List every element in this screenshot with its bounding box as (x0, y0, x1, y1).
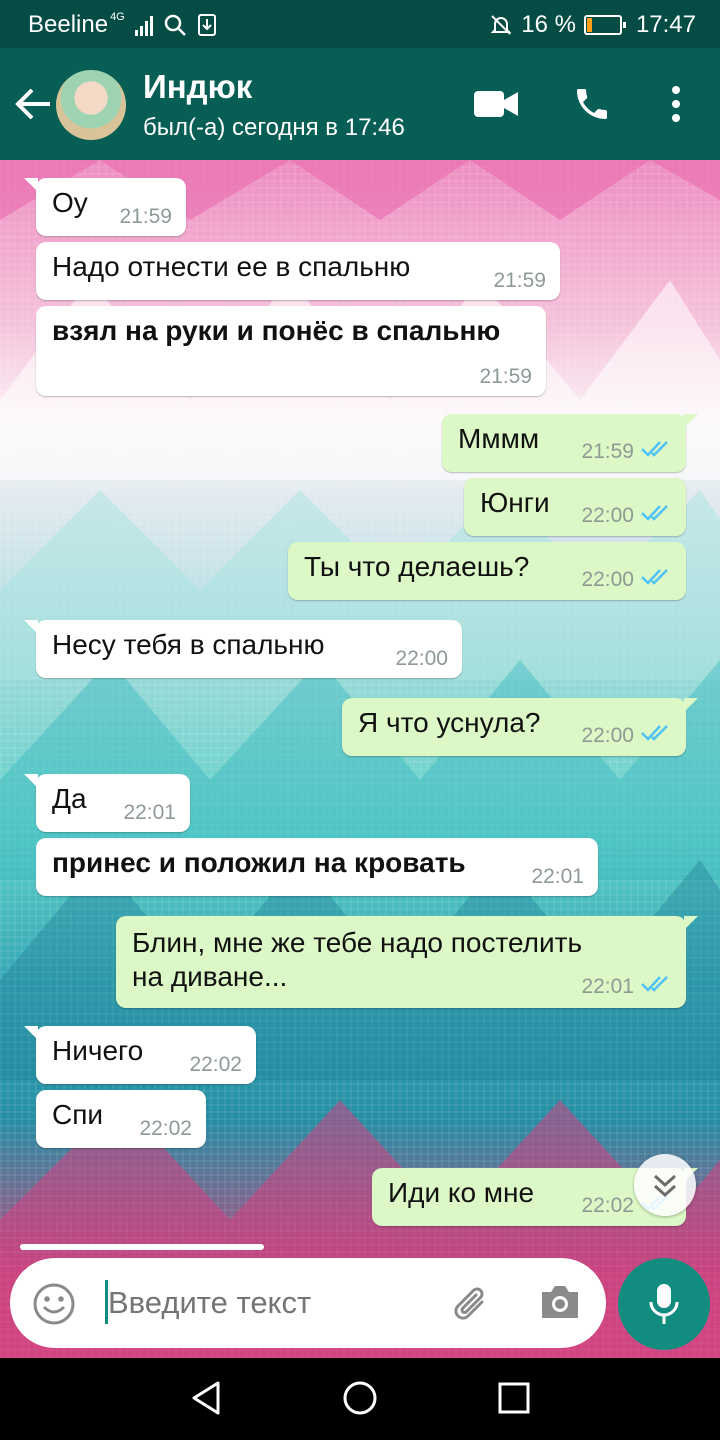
more-vert-icon[interactable] (666, 84, 686, 124)
chat-header: Индюк был(-а) сегодня в 17:46 (0, 48, 720, 160)
message-text: Мммм (458, 423, 540, 454)
voice-record-button[interactable] (618, 1258, 710, 1350)
message-bubble-incoming[interactable]: взял на руки и понёс в спальню 21:59 (36, 306, 546, 396)
battery-percent: 16 % (521, 11, 576, 38)
message-composer (10, 1258, 606, 1348)
read-ticks-icon (640, 974, 672, 1000)
message-time: 21:59 (581, 439, 634, 463)
message-time: 22:02 (189, 1052, 242, 1076)
read-ticks-icon (640, 439, 672, 464)
phone-icon[interactable] (572, 84, 612, 124)
nav-home-icon[interactable] (342, 1380, 378, 1416)
signal-icon (134, 14, 153, 36)
message-time: 22:01 (531, 864, 584, 888)
message-meta: 22:00 (581, 723, 672, 748)
emoji-icon[interactable] (32, 1282, 76, 1326)
message-time: 21:59 (479, 364, 532, 388)
camera-icon[interactable] (538, 1282, 582, 1322)
message-bubble-incoming[interactable]: Несу тебя в спальню 22:00 (24, 620, 462, 678)
message-meta: 22:01 (581, 974, 672, 1000)
back-arrow-icon[interactable] (14, 86, 54, 122)
message-bubble-outgoing[interactable]: Блин, мне же тебе надо постелить на дива… (116, 916, 698, 1008)
message-text: Юнги (480, 487, 550, 518)
message-text: Спи (52, 1099, 104, 1130)
read-ticks-icon (640, 723, 672, 748)
scroll-to-bottom-button[interactable] (634, 1154, 696, 1216)
message-time: 21:59 (119, 204, 172, 228)
message-text: принес и положил на кровать (52, 847, 466, 878)
download-status-icon (197, 14, 216, 36)
battery-level (586, 18, 592, 32)
message-meta: 22:00 (581, 567, 672, 592)
network-type: 4G (110, 11, 125, 23)
message-text: Надо отнести ее в спальню (52, 251, 411, 282)
mute-bell-icon (490, 15, 512, 35)
message-time: 22:00 (395, 646, 448, 670)
system-nav-bar (0, 1358, 720, 1440)
message-text: Да (52, 783, 87, 814)
clock: 17:47 (635, 11, 696, 38)
message-text: Ничего (52, 1035, 144, 1066)
message-time: 22:00 (581, 723, 634, 747)
message-time: 22:01 (581, 975, 634, 999)
carrier-name: Beeline (28, 11, 109, 38)
last-seen-status: был(-а) сегодня в 17:46 (143, 114, 405, 141)
message-text: Ты что делаешь? (304, 551, 530, 582)
avatar[interactable] (56, 70, 126, 140)
message-text: Оу (52, 187, 88, 218)
message-time: 22:00 (581, 567, 634, 591)
message-text: Блин, мне же тебе надо постелить на дива… (132, 927, 583, 992)
message-time: 22:02 (581, 1193, 634, 1217)
message-bubble-incoming[interactable]: Надо отнести ее в спальню 21:59 (36, 242, 560, 300)
message-time: 22:00 (581, 503, 634, 527)
attach-icon[interactable] (448, 1280, 496, 1328)
message-time: 21:59 (493, 268, 546, 292)
message-meta: 21:59 (581, 439, 672, 464)
nav-back-icon[interactable] (188, 1380, 224, 1416)
mic-icon (649, 1284, 679, 1324)
read-ticks-icon (640, 567, 672, 592)
message-text: Я что уснула? (358, 707, 541, 738)
double-chevron-down-icon (653, 1174, 677, 1198)
message-bubble-incoming[interactable]: принес и положил на кровать 22:01 (36, 838, 598, 896)
message-text: взял на руки и понёс в спальню (52, 315, 501, 346)
nav-recents-icon[interactable] (496, 1380, 532, 1416)
search-status-icon (164, 14, 186, 36)
message-text: Иди ко мне (388, 1177, 535, 1208)
message-time: 22:02 (139, 1116, 192, 1140)
message-input[interactable] (108, 1276, 438, 1330)
message-bubble-outgoing[interactable]: Ты что делаешь? 22:00 (288, 542, 686, 600)
message-text: Несу тебя в спальню (52, 629, 325, 660)
contact-name[interactable]: Индюк (143, 68, 252, 106)
message-bubble-incoming[interactable]: Да 22:01 (24, 774, 190, 832)
message-time: 22:01 (123, 800, 176, 824)
message-meta: 22:00 (581, 503, 672, 528)
read-ticks-icon (640, 503, 672, 528)
message-bubble-outgoing[interactable]: Мммм 21:59 (442, 414, 698, 472)
chat-background: Оу 21:59 Надо отнести ее в спальню 21:59… (0, 160, 720, 1358)
message-bubble-incoming[interactable]: Спи 22:02 (36, 1090, 206, 1148)
message-bubble-incoming[interactable]: Оу 21:59 (24, 178, 186, 236)
message-bubble-outgoing[interactable]: Я что уснула? 22:00 (342, 698, 698, 756)
bubble-bottom-edge (20, 1244, 264, 1250)
battery-icon (583, 15, 626, 35)
message-bubble-incoming[interactable]: Ничего 22:02 (24, 1026, 256, 1084)
message-bubble-outgoing[interactable]: Юнги 22:00 (464, 478, 686, 536)
status-bar: Beeline 4G 16 % 17:47 (0, 0, 720, 48)
video-call-icon[interactable] (472, 88, 520, 120)
